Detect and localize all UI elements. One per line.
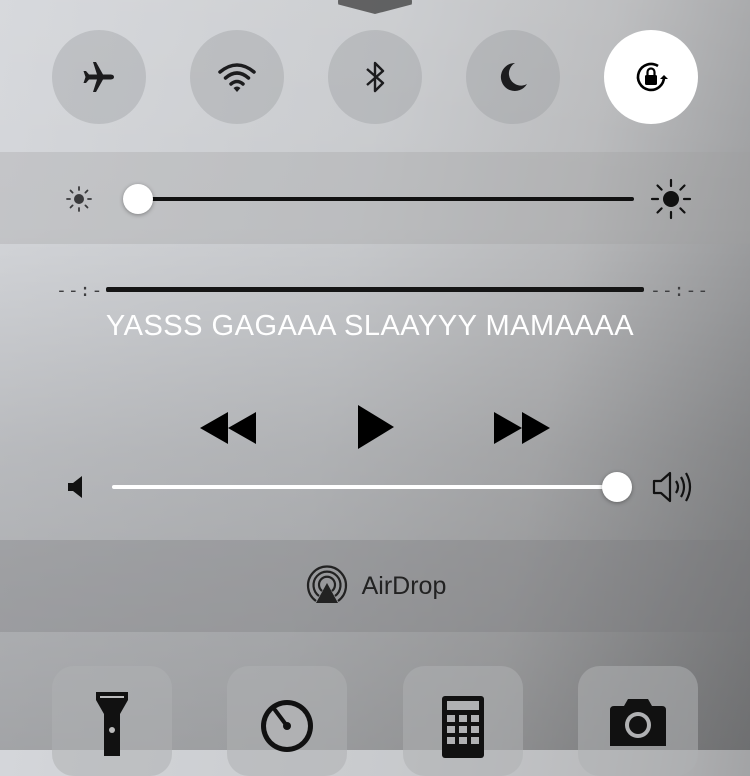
sun-large-icon	[650, 178, 692, 220]
brightness-slider[interactable]	[128, 197, 634, 201]
camera-icon	[610, 699, 666, 746]
bluetooth-icon	[366, 61, 385, 93]
calculator-icon	[442, 696, 484, 758]
bluetooth-toggle[interactable]	[328, 30, 422, 124]
flashlight-button[interactable]	[52, 666, 172, 776]
camera-button[interactable]	[578, 666, 698, 776]
airdrop-button[interactable]: AirDrop	[0, 540, 750, 632]
wifi-toggle[interactable]	[190, 30, 284, 124]
rotation-lock-icon	[636, 62, 668, 92]
airplane-icon	[83, 62, 114, 92]
grabber-handle[interactable]	[338, 0, 412, 14]
song-title: YASSS GAGAAA SLAAYYY MAMAAAA	[105, 310, 635, 342]
play-icon[interactable]	[352, 402, 398, 452]
rewind-icon[interactable]	[198, 408, 258, 448]
volume-slider[interactable]	[112, 485, 622, 489]
brightness-thumb[interactable]	[123, 184, 154, 214]
airdrop-label: AirDrop	[361, 571, 447, 600]
calculator-button[interactable]	[403, 666, 523, 776]
do-not-disturb-toggle[interactable]	[466, 30, 560, 124]
rotation-lock-toggle[interactable]	[604, 30, 698, 124]
speaker-high-icon	[652, 471, 692, 503]
speaker-low-icon	[68, 476, 82, 498]
sun-small-icon	[66, 186, 92, 212]
timer-icon	[261, 700, 313, 752]
timer-button[interactable]	[227, 666, 347, 776]
fast-forward-icon[interactable]	[492, 408, 552, 448]
moon-icon	[500, 62, 527, 91]
wifi-icon	[218, 63, 256, 92]
airplane-mode-toggle[interactable]	[52, 30, 146, 124]
remaining-time: --:--	[650, 280, 710, 301]
airdrop-icon	[306, 565, 347, 603]
playback-scrubber[interactable]	[106, 287, 644, 292]
volume-thumb[interactable]	[601, 472, 632, 502]
flashlight-icon	[96, 692, 128, 756]
